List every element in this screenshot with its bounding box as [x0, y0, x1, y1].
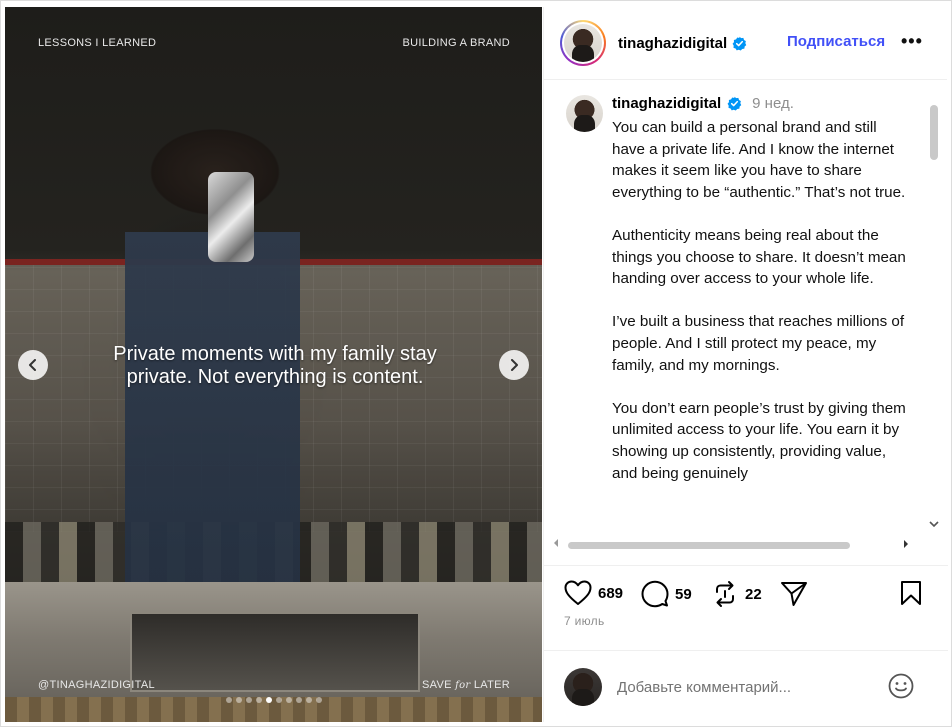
- chevron-left-icon: [29, 359, 36, 371]
- author-username-text: tinaghazidigital: [618, 34, 728, 52]
- verified-badge-icon: [732, 36, 747, 51]
- carousel-dot: [235, 697, 242, 703]
- carousel-prev-button[interactable]: [18, 350, 48, 380]
- emoji-button[interactable]: [888, 673, 914, 704]
- carousel-dot: [245, 697, 252, 703]
- save-word: SAVE: [422, 679, 452, 691]
- carousel-dot: [305, 697, 312, 703]
- carousel-next-button[interactable]: [499, 350, 529, 380]
- comment-button[interactable]: 59: [641, 580, 692, 608]
- repost-count: 22: [745, 585, 762, 603]
- horizontal-scrollbar[interactable]: [552, 538, 922, 552]
- caption-time[interactable]: 9 нед.: [752, 95, 794, 112]
- repost-button[interactable]: 22: [711, 580, 762, 608]
- carousel-dot: [275, 697, 282, 703]
- comment-count: 59: [675, 585, 692, 603]
- avatar[interactable]: [566, 95, 603, 132]
- chevron-right-icon: [511, 359, 518, 371]
- caption-meta: tinaghazidigital 9 нед.: [612, 95, 794, 112]
- comment-input[interactable]: Добавьте комментарий...: [617, 679, 791, 696]
- later-word: LATER: [473, 679, 510, 691]
- avatar: [564, 24, 602, 62]
- carousel-indicator: [5, 697, 542, 703]
- media-label-bottom-right: SAVE for LATER: [422, 679, 510, 691]
- avatar: [564, 668, 602, 706]
- share-icon: [781, 582, 807, 606]
- carousel-dot: [315, 697, 322, 703]
- repost-icon: [716, 581, 734, 607]
- add-comment-bar: Добавьте комментарий...: [544, 650, 948, 722]
- scroll-right-arrow-icon[interactable]: [902, 537, 910, 552]
- follow-button[interactable]: Подписаться: [787, 33, 885, 50]
- verified-badge-icon: [727, 96, 742, 111]
- comment-icon: [641, 580, 669, 608]
- carousel-dot: [285, 697, 292, 703]
- for-word: for: [455, 680, 471, 691]
- media-caption: Private moments with my family stay priv…: [65, 343, 485, 389]
- caption-paragraph: I’ve built a business that reaches milli…: [612, 313, 905, 374]
- post-media[interactable]: LESSONS I LEARNED BUILDING A BRAND @TINA…: [5, 7, 542, 722]
- caption-line-1: Private moments with my family stay: [113, 343, 437, 365]
- caption-text: You can build a personal brand and still…: [612, 117, 912, 506]
- carousel-dot: [225, 697, 232, 703]
- emoji-icon: [888, 673, 914, 699]
- post-date[interactable]: 7 июль: [564, 614, 605, 628]
- scroll-down-arrow-icon[interactable]: [929, 519, 939, 531]
- author-avatar-story-ring[interactable]: [560, 20, 606, 66]
- carousel-dot: [295, 697, 302, 703]
- media-label-bottom-left: @TINAGHAZIDIGITAL: [38, 679, 155, 691]
- post-side-panel: tinaghazidigital Подписаться ••• tinagha…: [543, 7, 948, 722]
- scrollbar-thumb[interactable]: [568, 542, 850, 549]
- photo-basin: [130, 612, 420, 692]
- caption-scroll-area[interactable]: tinaghazidigital 9 нед. You can build a …: [544, 81, 932, 537]
- carousel-dot: [265, 697, 272, 703]
- caption-paragraph: You can build a personal brand and still…: [612, 119, 906, 201]
- vertical-scrollbar[interactable]: [927, 87, 941, 537]
- post-actions: 689 59 22: [544, 565, 948, 615]
- media-label-top-right: BUILDING A BRAND: [402, 37, 510, 49]
- scrollbar-thumb[interactable]: [930, 105, 938, 160]
- author-username[interactable]: tinaghazidigital: [618, 35, 747, 52]
- share-button[interactable]: [780, 580, 808, 608]
- carousel-dot: [255, 697, 262, 703]
- caption-paragraph: You don’t earn people’s trust by giving …: [612, 399, 906, 482]
- heart-icon: [564, 580, 592, 605]
- scroll-left-arrow-icon[interactable]: [552, 538, 560, 551]
- media-label-top-left: LESSONS I LEARNED: [38, 37, 157, 49]
- more-icon[interactable]: •••: [901, 31, 923, 52]
- like-button[interactable]: 689: [564, 580, 623, 606]
- caption-username[interactable]: tinaghazidigital: [612, 95, 721, 112]
- like-count: 689: [598, 584, 624, 602]
- caption-paragraph: Authenticity means being real about the …: [612, 226, 906, 288]
- photo-phone: [208, 172, 254, 262]
- bookmark-icon: [901, 581, 921, 605]
- post-header: tinaghazidigital Подписаться •••: [544, 7, 947, 80]
- save-button[interactable]: [899, 580, 923, 606]
- caption-line-2: private. Not everything is content.: [126, 366, 424, 388]
